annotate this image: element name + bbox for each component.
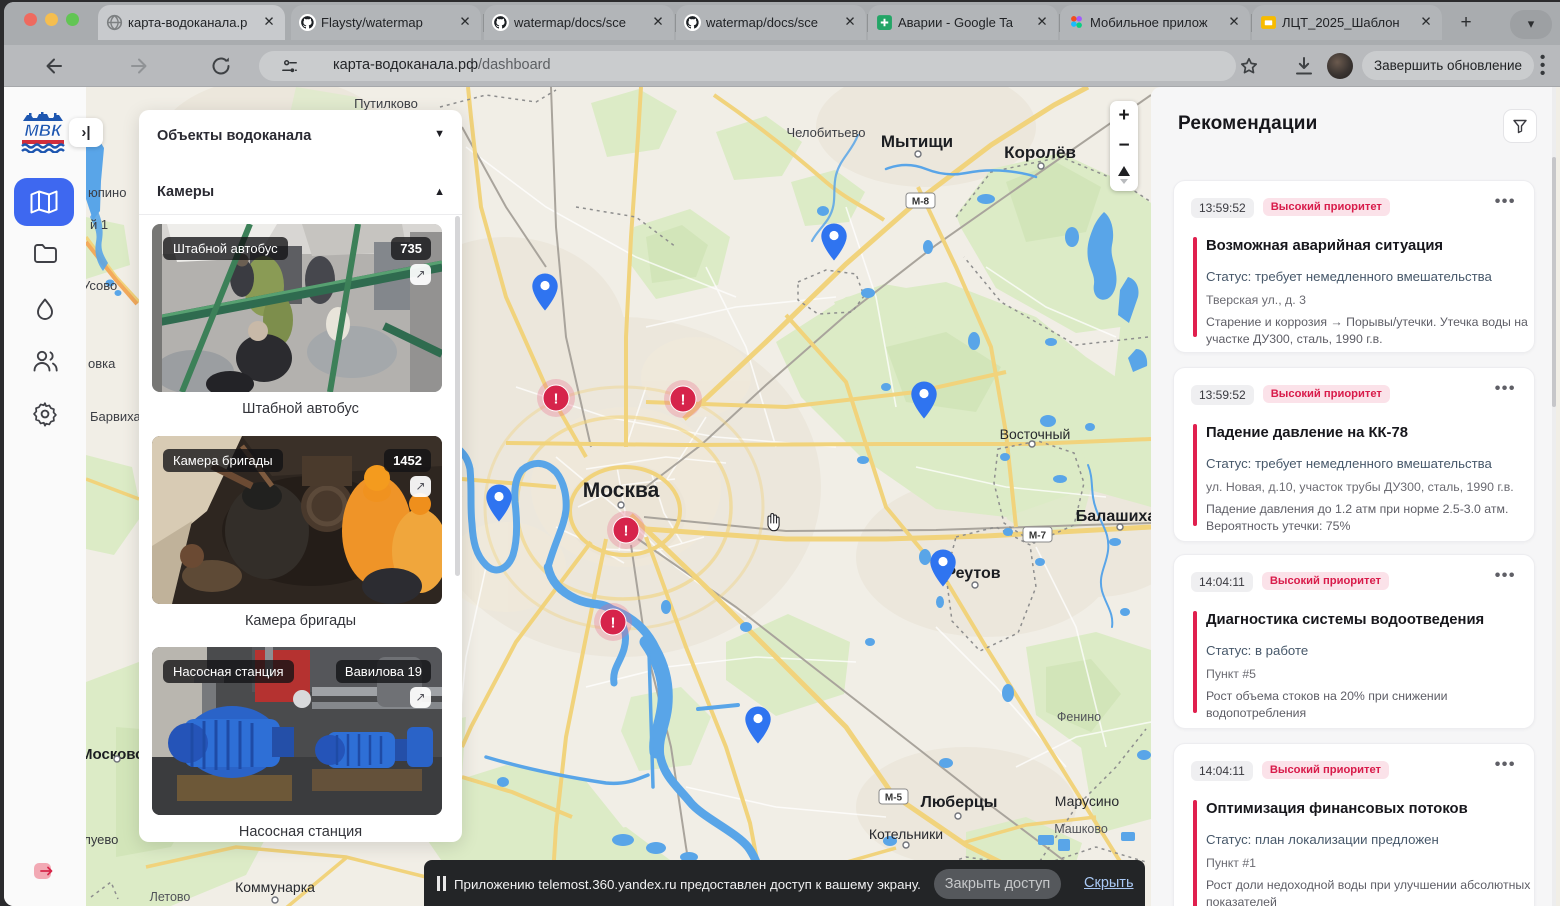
svg-text:М-5: М-5 — [885, 793, 903, 804]
svg-text:!: ! — [624, 523, 629, 540]
svg-text:М-7: М-7 — [1029, 531, 1047, 542]
svg-text:Котельники: Котельники — [869, 826, 943, 842]
svg-text:Марусино: Марусино — [1055, 793, 1120, 809]
svg-text:й 1: й 1 — [90, 217, 108, 232]
svg-text:!: ! — [611, 615, 616, 632]
svg-text:!: ! — [554, 391, 559, 408]
svg-text:Путилково: Путилково — [354, 96, 418, 111]
svg-text:Коммунарка: Коммунарка — [235, 879, 315, 895]
svg-text:Королёв: Королёв — [1004, 143, 1076, 162]
svg-text:М-8: М-8 — [912, 197, 930, 208]
svg-text:Усово: Усово — [86, 278, 117, 293]
svg-text:Машково: Машково — [1054, 822, 1108, 836]
svg-text:Люберцы: Люберцы — [921, 794, 998, 811]
svg-text:Летово: Летово — [150, 890, 191, 904]
svg-text:Мытищи: Мытищи — [881, 132, 953, 151]
svg-text:!: ! — [681, 392, 686, 409]
svg-text:Москва: Москва — [583, 479, 660, 502]
svg-text:овка: овка — [88, 356, 116, 371]
svg-text:юпино: юпино — [88, 185, 126, 200]
svg-text:Челобитьево: Челобитьево — [786, 125, 865, 140]
svg-text:Фенино: Фенино — [1057, 710, 1101, 724]
svg-text:алуево: алуево — [86, 832, 118, 847]
svg-text:Балашиха: Балашиха — [1076, 508, 1151, 525]
svg-text:МВК: МВК — [25, 121, 63, 140]
svg-text:Барвиха: Барвиха — [90, 409, 142, 424]
svg-text:Восточный: Восточный — [1000, 426, 1071, 442]
